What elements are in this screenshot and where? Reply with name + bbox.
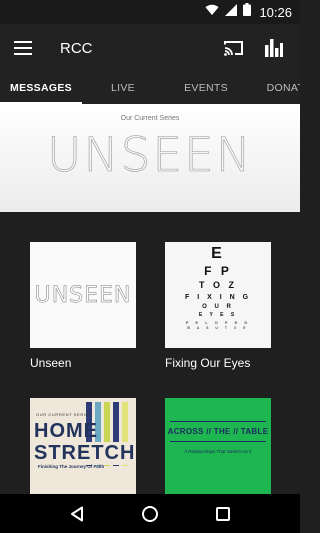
app-bar: RCC	[0, 24, 300, 72]
home-button[interactable]	[135, 499, 165, 529]
banner-title: UNSEEN	[47, 128, 253, 184]
signal-icon	[225, 3, 238, 21]
series-card-home-stretch[interactable]: OUR CURRENT SERIES HOME STRETCH Finishin…	[30, 398, 136, 494]
series-card-unseen[interactable]: UNSEEN Unseen	[30, 242, 136, 370]
artwork-title-line2: STRETCH	[34, 442, 136, 465]
banner-subtitle: Our Current Series	[120, 115, 180, 122]
app-title: RCC	[60, 39, 93, 57]
series-artwork: ACROSS // THE // TABLE // Relationships …	[165, 398, 271, 494]
status-time: 10:26	[259, 4, 292, 20]
tab-bar: MESSAGES LIVE EVENTS DONATE	[0, 72, 300, 104]
cast-icon	[224, 41, 243, 56]
menu-button[interactable]	[0, 24, 46, 72]
eye-chart-row: B A S U T X E	[187, 326, 249, 330]
series-artwork: E F P T O Z F I X I N G O U R E Y E S P …	[165, 242, 271, 348]
tab-events[interactable]: EVENTS	[164, 72, 248, 104]
tab-live[interactable]: LIVE	[82, 72, 164, 104]
recents-button[interactable]	[208, 499, 238, 529]
series-grid: UNSEEN Unseen E F P T O Z F I X I N G O …	[0, 212, 300, 494]
system-nav-bar	[0, 494, 300, 533]
status-bar: 10:26	[0, 0, 300, 24]
current-series-banner[interactable]: Our Current Series UNSEEN	[0, 104, 300, 212]
wifi-icon	[205, 3, 219, 21]
eye-chart-row: P E L O P E D	[185, 320, 251, 325]
tab-donate[interactable]: DONATE	[248, 72, 300, 104]
artwork-text: UNSEEN	[34, 282, 132, 308]
series-card-fixing-our-eyes[interactable]: E F P T O Z F I X I N G O U R E Y E S P …	[165, 242, 271, 370]
battery-icon	[243, 3, 252, 21]
series-artwork: UNSEEN	[30, 242, 136, 348]
series-artwork: OUR CURRENT SERIES HOME STRETCH Finishin…	[30, 398, 136, 494]
bar-chart-icon	[265, 39, 283, 57]
eye-chart-row: T O Z	[199, 280, 237, 290]
artwork-title: ACROSS // THE // TABLE	[167, 427, 269, 436]
eye-chart-row: F I X I N G	[184, 294, 252, 301]
back-button[interactable]	[62, 499, 92, 529]
eye-chart-row: E	[211, 245, 225, 262]
artwork-kicker: OUR CURRENT SERIES	[36, 412, 93, 417]
cast-button[interactable]	[214, 24, 254, 72]
eye-chart-row: O U R	[202, 304, 234, 310]
artwork-title-line1: HOME	[34, 420, 98, 442]
eye-chart-row: F P	[204, 264, 232, 278]
artwork-tagline: // Relationships That Stretch Us //	[184, 449, 252, 454]
series-title: Fixing Our Eyes	[165, 356, 251, 370]
artwork-divider	[170, 441, 266, 442]
home-icon	[141, 505, 158, 522]
recents-icon	[216, 506, 231, 521]
tab-messages[interactable]: MESSAGES	[0, 72, 82, 104]
series-card-across-the-table[interactable]: ACROSS // THE // TABLE // Relationships …	[165, 398, 271, 494]
back-icon	[70, 506, 83, 521]
series-title: Unseen	[30, 356, 72, 370]
artwork-tagline: Finishing The Journey Of Faith	[38, 464, 105, 469]
stats-button[interactable]	[254, 24, 294, 72]
menu-icon	[14, 41, 32, 55]
artwork-divider	[170, 421, 266, 422]
eye-chart-row: E Y E S	[198, 312, 238, 318]
